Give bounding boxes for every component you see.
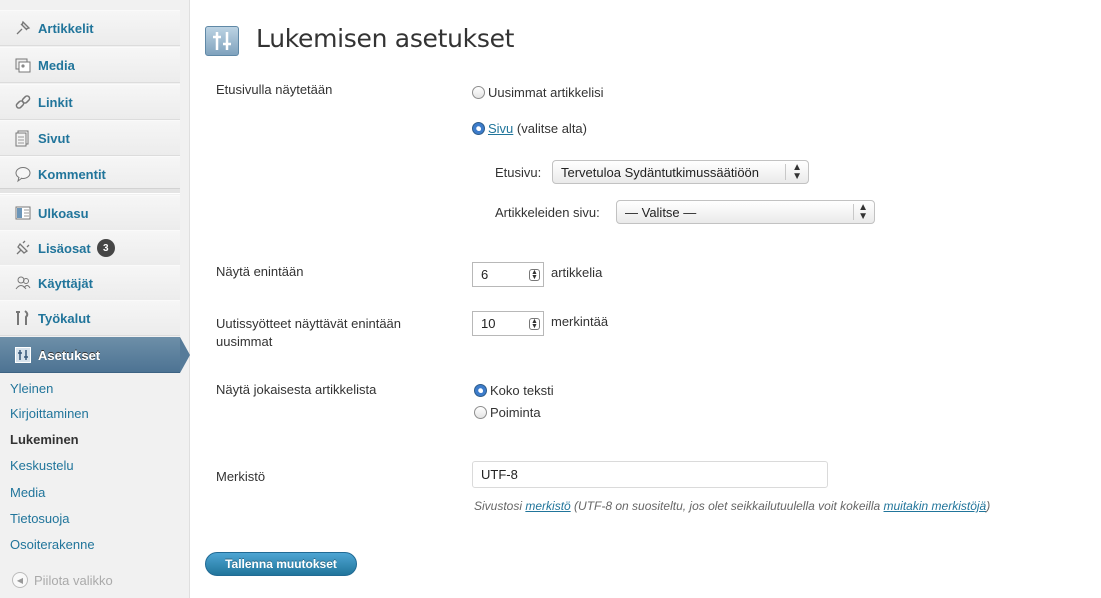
sidebar-item-lisaosat[interactable]: Lisäosat 3 [0,230,180,266]
charset-link[interactable]: merkistö [525,499,570,513]
radio-button-checked[interactable] [474,384,487,397]
postspage-select-label: Artikkeleiden sivu: [495,205,600,220]
postspage-select-value: — Valitse — [625,204,697,220]
sidebar-item-linkit[interactable]: Linkit [0,84,180,120]
feed-items-label-line1: Uutissyötteet näyttävät enintään [216,316,402,331]
collapse-arrow-icon: ◀ [12,572,28,588]
other-charsets-link[interactable]: muitakin merkistöjä [884,499,987,513]
feed-display-label: Näytä jokaisesta artikkelista [216,382,377,397]
sidebar-item-sivut[interactable]: Sivut [0,120,180,156]
submenu-osoiterakenne[interactable]: Osoiterakenne [10,537,95,552]
posts-per-page-input[interactable]: 6 ▲ ▼ [472,262,544,287]
posts-per-page-label: Näytä enintään [216,264,304,279]
menu-separator [0,188,180,194]
sidebar-item-ulkoasu[interactable]: Ulkoasu [0,195,180,231]
posts-per-page-suffix: artikkelia [551,265,603,280]
radio-full-text[interactable]: Koko teksti [474,383,554,398]
charset-input[interactable]: UTF-8 [472,461,828,488]
pin-icon [14,19,32,37]
sidebar-item-media[interactable]: Media [0,47,180,83]
update-count-badge: 3 [96,239,115,257]
radio-full-text-label: Koko teksti [490,383,554,398]
admin-sidebar: Artikkelit Media Linkit Sivut Kommentit … [0,0,190,598]
comment-icon [14,165,32,183]
charset-value: UTF-8 [481,467,518,482]
submenu-tietosuoja[interactable]: Tietosuoja [10,511,70,526]
charset-label: Merkistö [216,469,266,484]
sidebar-item-asetukset[interactable]: Asetukset [0,337,190,373]
feed-items-suffix: merkintää [551,314,609,329]
radio-button-checked[interactable] [472,122,485,135]
submenu-lukeminen[interactable]: Lukeminen [10,432,79,447]
select-arrows-icon: ▲ ▼ [792,162,802,182]
settings-icon [14,346,32,364]
sidebar-item-label: Kommentit [38,166,106,182]
radio-latest-posts[interactable]: Uusimmat artikkelisi [472,85,604,100]
collapse-menu-button[interactable]: ◀ Piilota valikko [12,572,113,588]
collapse-label: Piilota valikko [34,572,113,588]
sidebar-item-label: Lisäosat [38,240,91,256]
feed-items-input[interactable]: 10 ▲ ▼ [472,311,544,336]
tools-icon [14,309,32,327]
radio-static-page-suffix: (valitse alta) [513,121,587,136]
page-link[interactable]: Sivu [488,121,513,136]
sidebar-item-label: Linkit [38,94,73,110]
plugin-icon [14,239,32,257]
frontpage-select-label: Etusivu: [495,165,542,180]
sidebar-item-label: Asetukset [38,347,101,363]
sidebar-item-label: Media [38,57,75,73]
page-title: Lukemisen asetukset [256,24,515,53]
sidebar-item-kommentit[interactable]: Kommentit [0,156,180,192]
sidebar-item-tyokalut[interactable]: Työkalut [0,300,180,336]
settings-page-icon [205,26,239,56]
sidebar-item-label: Työkalut [38,310,91,326]
users-icon [14,274,32,292]
sidebar-item-kayttajat[interactable]: Käyttäjät [0,265,180,301]
submenu-keskustelu[interactable]: Keskustelu [10,458,74,473]
sidebar-item-label: Ulkoasu [38,205,89,221]
sidebar-item-label: Sivut [38,130,70,146]
posts-per-page-value: 6 [481,267,489,282]
pages-icon [14,129,32,147]
radio-button[interactable] [474,406,487,419]
sidebar-item-label: Käyttäjät [38,275,93,291]
feed-items-label-line2: uusimmat [216,334,273,349]
radio-static-page[interactable]: Sivu (valitse alta) [472,121,587,136]
frontpage-select[interactable]: Tervetuloa Sydäntutkimussäätiöön ▲ ▼ [552,160,809,184]
sidebar-item-label: Artikkelit [38,20,94,36]
front-page-label: Etusivulla näytetään [216,82,333,97]
radio-summary-label: Poiminta [490,405,541,420]
stepper-icon[interactable]: ▲ ▼ [529,269,540,281]
radio-latest-posts-label: Uusimmat artikkelisi [488,85,604,100]
submenu-yleinen[interactable]: Yleinen [10,381,53,396]
sidebar-item-artikkelit[interactable]: Artikkelit [0,10,180,46]
select-arrows-icon: ▲ ▼ [858,202,868,222]
submenu-kirjoittaminen[interactable]: Kirjoittaminen [10,406,89,421]
feed-items-value: 10 [481,316,496,331]
charset-description: Sivustosi merkistö (UTF-8 on suositeltu,… [474,499,991,513]
appearance-icon [14,204,32,222]
link-icon [14,93,32,111]
save-button[interactable]: Tallenna muutokset [205,552,357,576]
media-icon [14,56,32,74]
submenu-media[interactable]: Media [10,485,45,500]
postspage-select[interactable]: — Valitse — ▲ ▼ [616,200,875,224]
radio-button[interactable] [472,86,485,99]
frontpage-select-value: Tervetuloa Sydäntutkimussäätiöön [561,164,760,180]
stepper-icon[interactable]: ▲ ▼ [529,318,540,330]
radio-summary[interactable]: Poiminta [474,405,541,420]
